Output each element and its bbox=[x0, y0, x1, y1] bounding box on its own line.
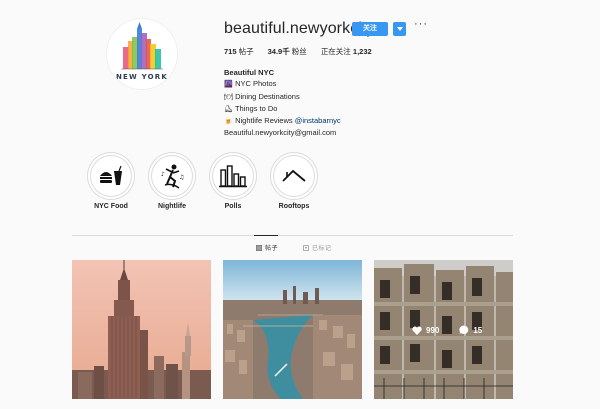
active-tab-indicator bbox=[254, 235, 278, 236]
tab-tagged[interactable]: 已标记 bbox=[303, 243, 332, 252]
post-tile[interactable] bbox=[223, 260, 362, 399]
bio-line: ⛸ Things to Do bbox=[224, 103, 341, 115]
tab-posts[interactable]: 帖子 bbox=[256, 243, 278, 252]
highlight-polls[interactable]: Polls bbox=[203, 156, 263, 210]
bio-line: 🍽 Dining Destinations bbox=[224, 91, 341, 103]
plate-icon: 🍽 bbox=[224, 93, 233, 101]
comments-count: 15 bbox=[459, 325, 482, 335]
highlight-label: Rooftops bbox=[278, 203, 310, 210]
svg-text:♪: ♪ bbox=[161, 171, 165, 178]
highlight-label: Polls bbox=[224, 203, 242, 210]
likes-count: 990 bbox=[412, 325, 439, 335]
tag-icon bbox=[303, 244, 309, 251]
follow-button[interactable]: 关注 bbox=[352, 22, 388, 36]
bio-email: Beautiful.newyorkcity@gmail.com bbox=[224, 128, 337, 138]
highlight-nyc-food[interactable]: NYC Food bbox=[81, 156, 141, 210]
tab-tagged-label: 已标记 bbox=[312, 246, 332, 252]
profile-avatar[interactable]: NEW YORK bbox=[107, 19, 177, 89]
tabs-divider bbox=[72, 235, 513, 236]
following-count[interactable]: 正在关注 1,232 bbox=[321, 46, 372, 57]
instabarnyc-link[interactable]: @instabarnyc bbox=[295, 116, 341, 125]
bio-line: 🍺 Nightlife Reviews @instabarnyc bbox=[224, 115, 341, 127]
more-options-icon[interactable]: ··· bbox=[414, 18, 428, 30]
burger-soda-icon bbox=[100, 165, 122, 185]
post-tile[interactable] bbox=[72, 260, 211, 399]
bio-name: Beautiful NYC bbox=[224, 68, 275, 77]
profile-bio: Beautiful NYC 🌆 NYC Photos 🍽 Dining Dest… bbox=[224, 67, 341, 139]
rooftop-icon bbox=[282, 169, 306, 182]
suggested-dropdown-button[interactable] bbox=[393, 22, 406, 36]
cityscape-icon: 🌆 bbox=[224, 81, 233, 89]
comment-icon bbox=[459, 325, 469, 335]
post-hover-stats: 990 15 bbox=[412, 325, 482, 335]
heart-icon bbox=[412, 326, 422, 335]
avatar-caption: NEW YORK bbox=[116, 73, 168, 81]
highlight-label: NYC Food bbox=[94, 203, 128, 210]
tab-posts-label: 帖子 bbox=[265, 246, 279, 252]
bar-chart-icon bbox=[219, 165, 247, 188]
grid-icon bbox=[256, 244, 262, 251]
highlight-label: Nightlife bbox=[158, 203, 186, 210]
highlight-nightlife[interactable]: ♪ ♫ Nightlife bbox=[142, 156, 202, 210]
highlight-rooftops[interactable]: Rooftops bbox=[264, 156, 324, 210]
posts-count[interactable]: 715 帖子 bbox=[224, 46, 254, 57]
followers-count[interactable]: 34.9千 粉丝 bbox=[268, 46, 307, 57]
dancer-icon: ♪ ♫ bbox=[161, 164, 184, 189]
svg-text:♫: ♫ bbox=[179, 174, 184, 181]
bio-line: 🌆 NYC Photos bbox=[224, 78, 341, 90]
beer-icon: 🍺 bbox=[224, 118, 233, 126]
skate-icon: ⛸ bbox=[224, 105, 233, 113]
profile-stats: 715 帖子 34.9千 粉丝 正在关注 1,232 bbox=[224, 46, 372, 57]
